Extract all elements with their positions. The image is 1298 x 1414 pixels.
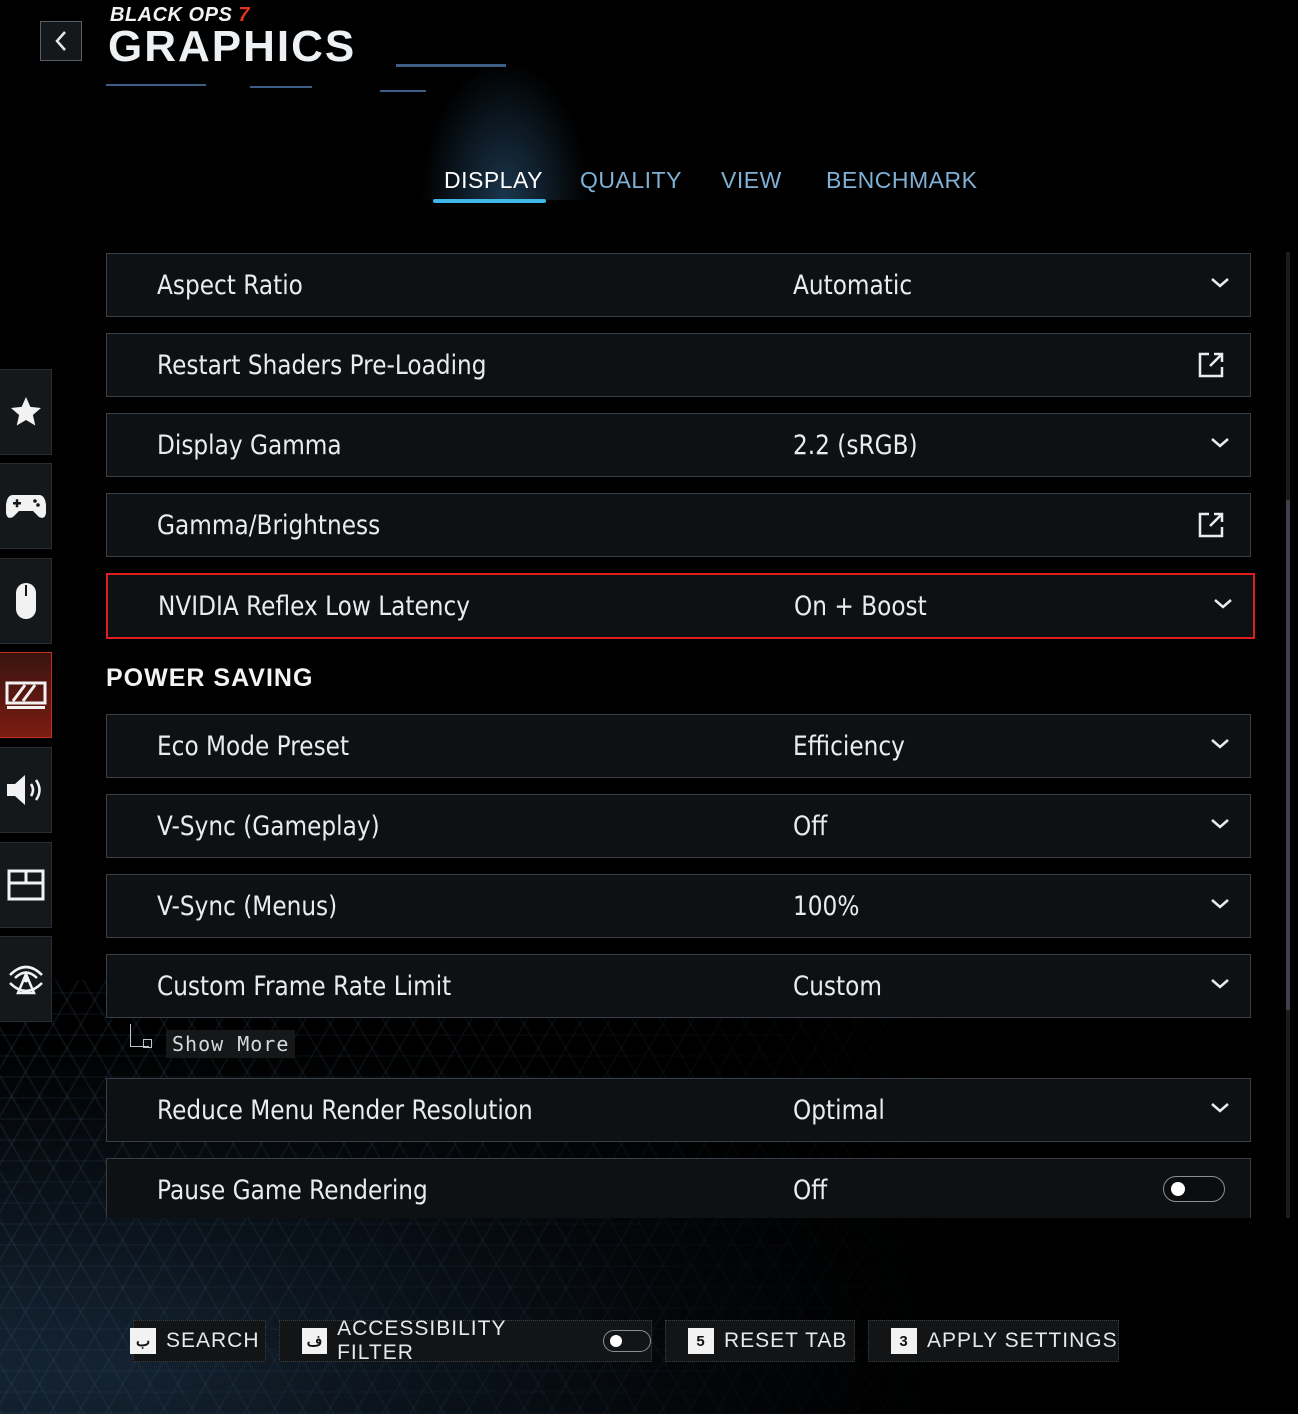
keycap-accessibility: ف xyxy=(302,1328,328,1354)
setting-value: Off xyxy=(793,811,828,842)
chevron-down-icon xyxy=(1214,599,1232,609)
tab-quality[interactable]: QUALITY xyxy=(580,167,682,194)
show-more-button[interactable]: Show More xyxy=(166,1030,296,1058)
setting-vsync-gameplay[interactable]: V-Sync (Gameplay) Off xyxy=(106,794,1251,858)
chevron-down-icon xyxy=(1211,1103,1229,1113)
setting-value: Custom xyxy=(793,971,882,1002)
side-nav-mouse[interactable] xyxy=(0,558,52,644)
apply-settings-label: APPLY SETTINGS xyxy=(927,1329,1118,1352)
setting-value: Optimal xyxy=(793,1095,885,1126)
decorative-line xyxy=(106,84,206,86)
setting-reduce-menu-render-resolution[interactable]: Reduce Menu Render Resolution Optimal xyxy=(106,1078,1251,1142)
speaker-icon xyxy=(6,775,41,805)
controller-icon xyxy=(5,495,46,518)
toggle-knob xyxy=(609,1335,622,1347)
setting-label: Pause Game Rendering xyxy=(157,1175,428,1206)
decorative-line xyxy=(396,64,506,67)
setting-label: V-Sync (Menus) xyxy=(157,891,338,922)
back-button[interactable] xyxy=(40,21,82,61)
chevron-down-icon xyxy=(1211,739,1229,749)
accessibility-filter-toggle[interactable] xyxy=(602,1330,652,1352)
chevron-down-icon xyxy=(1211,899,1229,909)
star-icon xyxy=(10,397,41,426)
setting-label: Reduce Menu Render Resolution xyxy=(157,1095,533,1126)
mouse-icon xyxy=(15,583,36,619)
pause-game-rendering-toggle[interactable] xyxy=(1163,1176,1225,1202)
accessibility-filter-label: ACCESSIBILITY FILTER xyxy=(337,1317,507,1364)
setting-aspect-ratio[interactable]: Aspect Ratio Automatic xyxy=(106,253,1251,317)
side-nav-controller[interactable] xyxy=(0,463,52,549)
setting-value: Efficiency xyxy=(793,731,905,762)
search-button[interactable]: ب SEARCH xyxy=(130,1320,266,1362)
setting-value: 100% xyxy=(793,891,860,922)
side-nav-graphics[interactable] xyxy=(0,652,52,738)
setting-nvidia-reflex[interactable]: NVIDIA Reflex Low Latency On + Boost xyxy=(106,573,1255,639)
side-nav-audio[interactable] xyxy=(0,747,52,833)
scrollbar-thumb[interactable] xyxy=(1286,500,1290,1010)
apply-settings-button[interactable]: 3 APPLY SETTINGS xyxy=(868,1320,1119,1362)
page-title: GRAPHICS xyxy=(108,22,357,71)
keycap-reset: 5 xyxy=(688,1328,714,1354)
search-label: SEARCH xyxy=(166,1329,260,1352)
setting-restart-shaders[interactable]: Restart Shaders Pre-Loading xyxy=(106,333,1251,397)
decorative-line xyxy=(250,86,312,88)
setting-eco-mode-preset[interactable]: Eco Mode Preset Efficiency xyxy=(106,714,1251,778)
setting-gamma-brightness[interactable]: Gamma/Brightness xyxy=(106,493,1251,557)
setting-label: Eco Mode Preset xyxy=(157,731,350,762)
setting-label: Aspect Ratio xyxy=(157,270,303,301)
external-link-icon xyxy=(1198,512,1224,538)
setting-value: 2.2 (sRGB) xyxy=(793,430,918,461)
tree-branch-node xyxy=(143,1039,152,1048)
setting-value: On + Boost xyxy=(794,591,927,622)
setting-pause-game-rendering[interactable]: Pause Game Rendering Off xyxy=(106,1158,1251,1218)
side-nav-favorites[interactable] xyxy=(0,369,52,455)
tab-view[interactable]: VIEW xyxy=(721,167,782,194)
graphics-icon xyxy=(5,681,46,709)
chevron-down-icon xyxy=(1211,278,1229,288)
setting-label: Display Gamma xyxy=(157,430,342,461)
reset-tab-button[interactable]: 5 RESET TAB xyxy=(665,1320,855,1362)
side-nav-network[interactable] xyxy=(0,936,52,1022)
accessibility-filter-button[interactable]: ف ACCESSIBILITY FILTER xyxy=(279,1317,652,1364)
setting-value: Automatic xyxy=(793,270,913,301)
decorative-line xyxy=(380,90,426,92)
reset-tab-label: RESET TAB xyxy=(724,1329,848,1352)
setting-label: Restart Shaders Pre-Loading xyxy=(157,350,487,381)
keycap-apply: 3 xyxy=(891,1328,917,1354)
setting-label: Custom Frame Rate Limit xyxy=(157,971,452,1002)
interface-icon xyxy=(7,869,44,901)
setting-label: Gamma/Brightness xyxy=(157,510,381,541)
chevron-left-icon xyxy=(55,31,66,51)
setting-vsync-menus[interactable]: V-Sync (Menus) 100% xyxy=(106,874,1251,938)
external-link-icon xyxy=(1198,352,1224,378)
setting-custom-frame-rate-limit[interactable]: Custom Frame Rate Limit Custom xyxy=(106,954,1251,1018)
setting-label: V-Sync (Gameplay) xyxy=(157,811,380,842)
tab-benchmark[interactable]: BENCHMARK xyxy=(826,167,977,194)
chevron-down-icon xyxy=(1211,979,1229,989)
active-tab-indicator xyxy=(433,199,546,203)
chevron-down-icon xyxy=(1211,438,1229,448)
section-title-power-saving: POWER SAVING xyxy=(106,664,314,692)
setting-label: NVIDIA Reflex Low Latency xyxy=(158,591,470,622)
tab-display[interactable]: DISPLAY xyxy=(444,167,543,194)
setting-display-gamma[interactable]: Display Gamma 2.2 (sRGB) xyxy=(106,413,1251,477)
toggle-knob xyxy=(1171,1182,1185,1196)
network-icon xyxy=(8,965,43,995)
setting-value: Off xyxy=(793,1175,828,1206)
side-nav-interface[interactable] xyxy=(0,842,52,928)
keycap-search: ب xyxy=(130,1328,156,1354)
chevron-down-icon xyxy=(1211,819,1229,829)
